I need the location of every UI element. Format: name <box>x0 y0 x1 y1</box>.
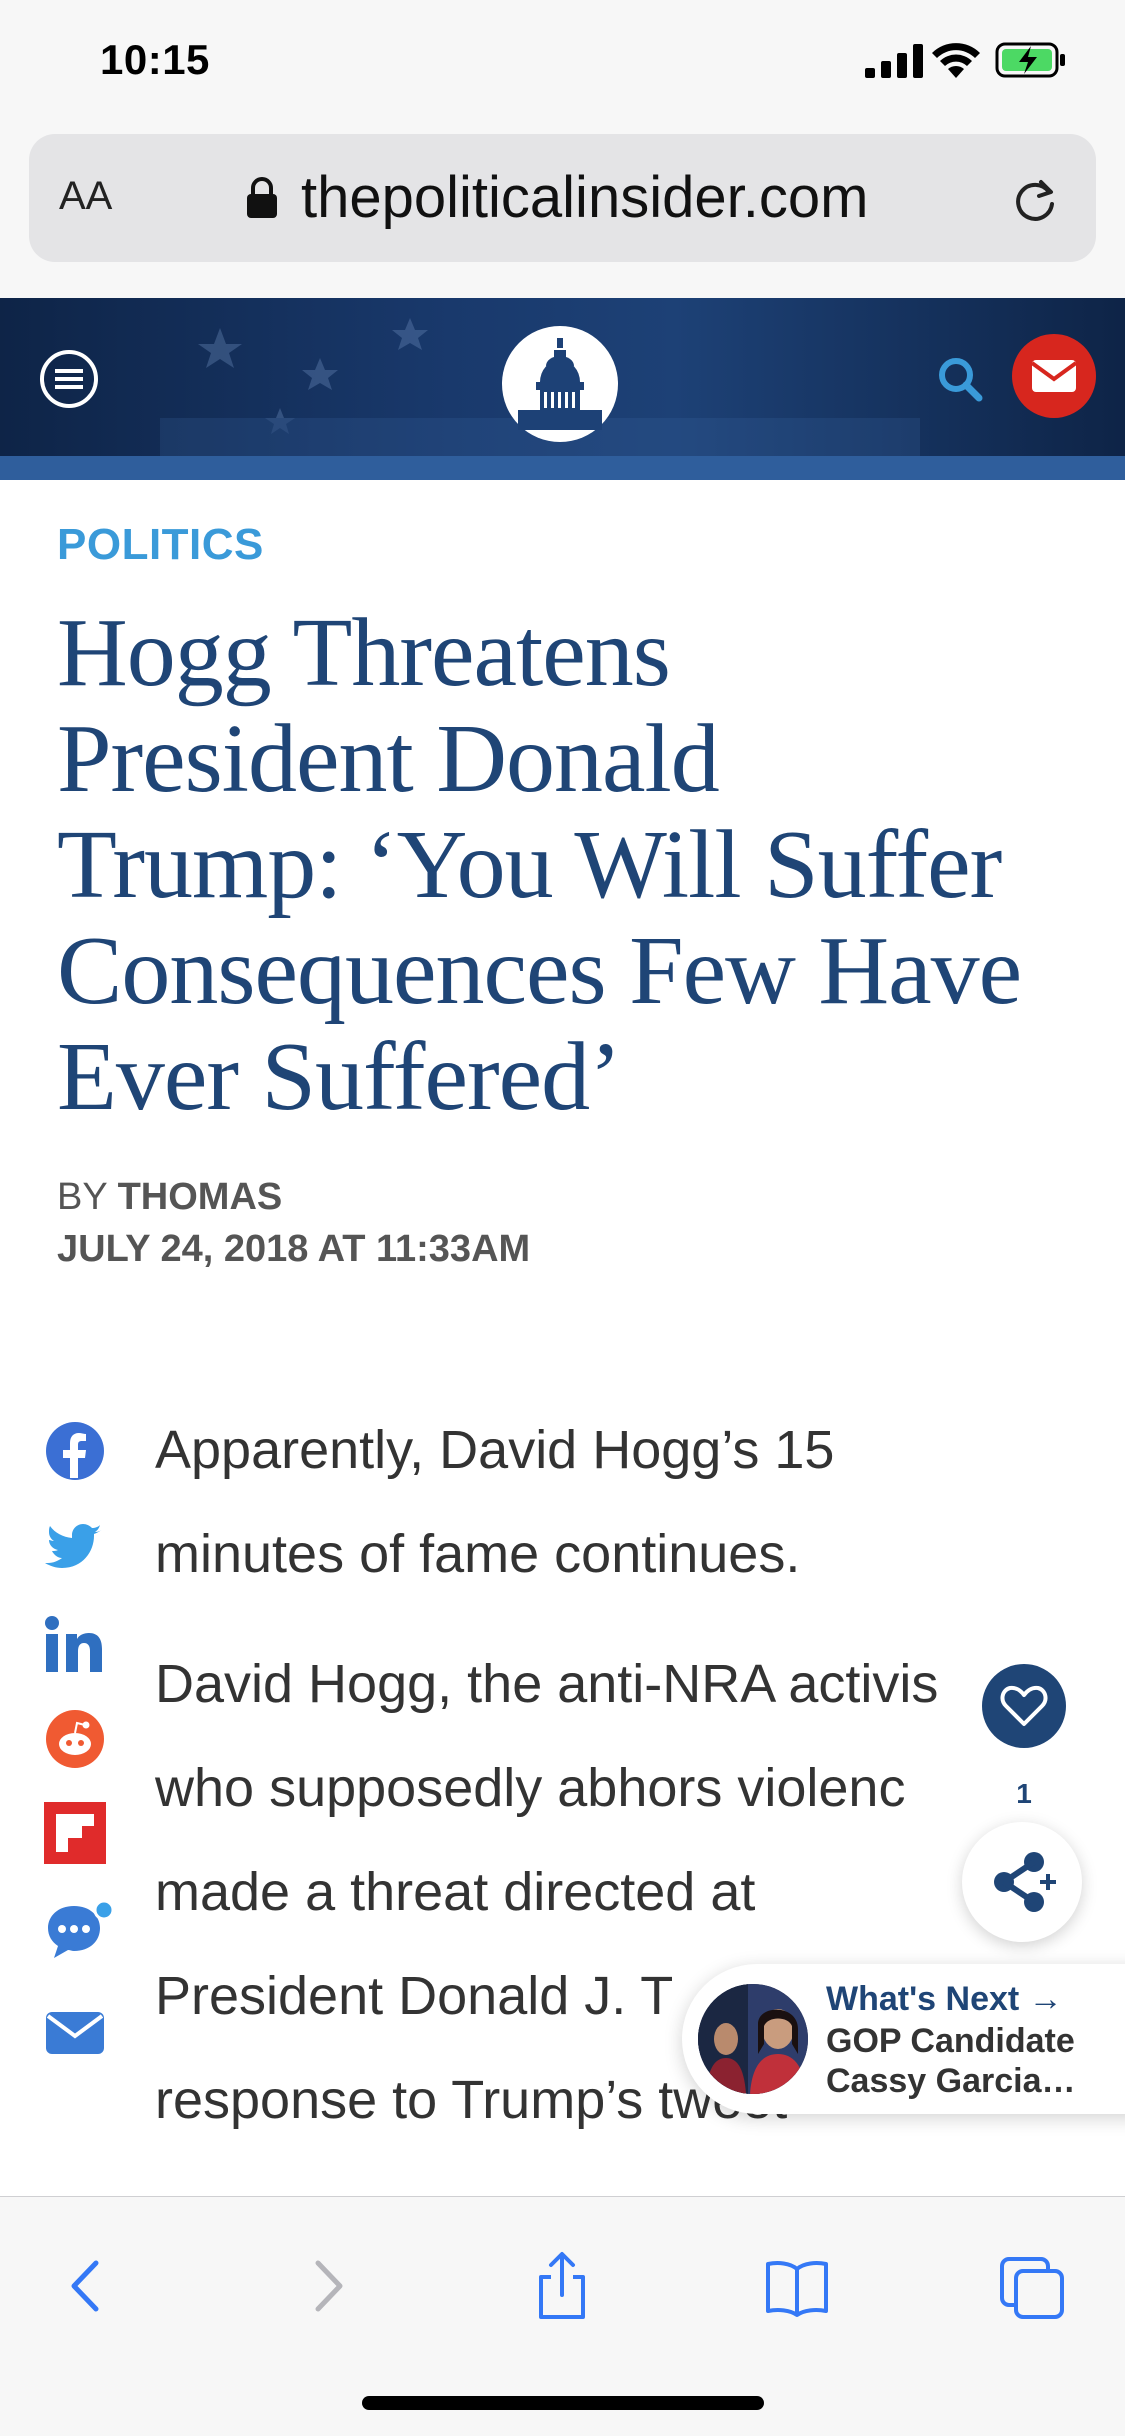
reload-icon[interactable] <box>1009 174 1061 226</box>
share-floating-button[interactable] <box>962 1822 1082 1942</box>
header-accent-band <box>0 456 1125 480</box>
newsletter-button[interactable] <box>1012 334 1096 418</box>
headline-line: Hogg Threatens <box>57 599 671 707</box>
browser-address-area: AA thepoliticalinsider.com <box>0 132 1125 298</box>
heart-icon <box>1000 1685 1048 1726</box>
favorite-count: 1 <box>1016 1778 1032 1809</box>
twitter-icon[interactable] <box>44 1516 106 1578</box>
url-domain[interactable]: thepoliticalinsider.com <box>301 164 868 231</box>
paragraph-line: David Hogg, the anti-NRA activis <box>155 1654 939 1714</box>
status-bar: 10:15 <box>0 0 1125 132</box>
article-category[interactable]: POLITICS <box>57 520 264 570</box>
share-nodes-icon <box>994 1852 1056 1912</box>
bookmarks-icon[interactable] <box>762 2251 832 2321</box>
article-paragraph: Apparently, David Hogg’s 15 minutes of f… <box>155 1398 1125 1606</box>
headline-line: President Donald <box>57 705 720 813</box>
byline-prefix: BY <box>57 1176 108 1218</box>
article-date: JULY 24, 2018 AT 11:33AM <box>57 1228 531 1270</box>
mail-icon <box>1030 360 1078 392</box>
status-time: 10:15 <box>100 36 210 83</box>
headline-line: Trump: ‘You Will Suffer <box>57 811 1002 919</box>
text-size-button[interactable]: AA <box>59 174 112 219</box>
article-headline: Hogg Threatens President Donald Trump: ‘… <box>57 600 1097 1130</box>
share-icon[interactable] <box>527 2251 597 2321</box>
whats-next-title: GOP Candidate <box>826 2022 1075 2060</box>
home-indicator <box>362 2396 764 2410</box>
flipboard-icon[interactable] <box>44 1802 106 1864</box>
favorite-button[interactable] <box>982 1664 1066 1748</box>
whats-next-label: What's Next → <box>826 1980 1063 2018</box>
comment-icon[interactable] <box>44 1900 116 1962</box>
article-byline: BY THOMAS <box>57 1176 282 1219</box>
paragraph-line: Apparently, David Hogg’s 15 <box>155 1420 835 1480</box>
capitol-dome-icon[interactable] <box>500 324 620 444</box>
facebook-icon[interactable] <box>44 1420 106 1482</box>
forward-icon[interactable] <box>292 2251 362 2321</box>
email-icon[interactable] <box>44 2002 106 2064</box>
wifi-icon <box>932 43 980 78</box>
signal-icon <box>865 44 923 78</box>
lock-icon <box>247 177 277 218</box>
site-header <box>0 298 1125 458</box>
paragraph-line: minutes of fame continues. <box>155 1524 801 1584</box>
candidate-photo <box>698 1984 808 2094</box>
headline-line: Consequences Few Have <box>57 917 1022 1025</box>
search-icon[interactable] <box>935 354 985 404</box>
whats-next-card[interactable]: What's Next → GOP Candidate Cassy Garcia… <box>682 1964 1125 2114</box>
whats-next-thumbnail <box>698 1984 808 2094</box>
tabs-icon[interactable] <box>998 2251 1068 2321</box>
reddit-icon[interactable] <box>44 1708 106 1770</box>
linkedin-icon[interactable] <box>44 1614 106 1676</box>
back-icon[interactable] <box>52 2251 122 2321</box>
menu-icon[interactable] <box>38 348 100 410</box>
battery-charging-icon <box>995 42 1065 78</box>
headline-line: Ever Suffered’ <box>57 1023 622 1131</box>
address-bar[interactable]: AA thepoliticalinsider.com <box>29 134 1096 262</box>
author-name[interactable]: THOMAS <box>118 1176 283 1218</box>
whats-next-title: Cassy Garcia… <box>826 2062 1076 2100</box>
